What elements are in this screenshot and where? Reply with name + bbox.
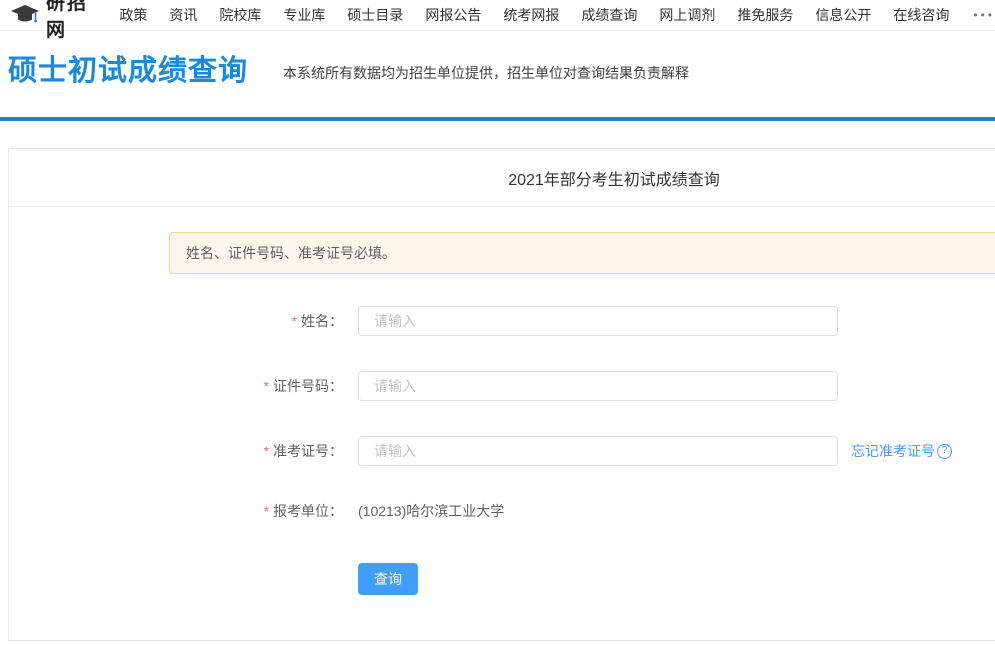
nav-item-exemption[interactable]: 推免服务 <box>737 5 793 25</box>
header-divider-bar <box>0 117 995 121</box>
required-mark: * <box>264 378 269 394</box>
required-mark: * <box>264 503 269 519</box>
nav-item-register[interactable]: 统考网报 <box>503 5 559 25</box>
admission-ticket-input[interactable] <box>358 436 838 466</box>
query-form: *姓名： *证件号码： *准考证号： 忘记准考证号? *报考单位： (10213… <box>9 306 995 595</box>
id-number-input[interactable] <box>358 371 838 401</box>
name-input[interactable] <box>358 306 838 336</box>
nav-item-catalog[interactable]: 硕士目录 <box>347 5 403 25</box>
panel-title-row: 2021年部分考生初试成绩查询 <box>9 149 995 207</box>
nav-item-adjustment[interactable]: 网上调剂 <box>659 5 715 25</box>
nav-item-announce[interactable]: 网报公告 <box>425 5 481 25</box>
submit-row: 查询 <box>9 563 995 595</box>
admission-ticket-label: *准考证号： <box>9 441 343 461</box>
nav-menu: 政策 资讯 院校库 专业库 硕士目录 网报公告 统考网报 成绩查询 网上调剂 推… <box>119 5 995 25</box>
query-panel: 2021年部分考生初试成绩查询 姓名、证件号码、准考证号必填。 *姓名： *证件… <box>8 148 995 641</box>
nav-item-news[interactable]: 资讯 <box>169 5 197 25</box>
required-mark: * <box>292 313 297 329</box>
nav-item-disclosure[interactable]: 信息公开 <box>815 5 871 25</box>
nav-item-schools[interactable]: 院校库 <box>219 5 261 25</box>
question-circle-icon: ? <box>937 444 952 459</box>
nav-item-majors[interactable]: 专业库 <box>283 5 325 25</box>
nav-item-consult[interactable]: 在线咨询 <box>893 5 949 25</box>
nav-item-policy[interactable]: 政策 <box>119 5 147 25</box>
target-school-value: (10213)哈尔滨工业大学 <box>358 501 504 521</box>
required-mark: * <box>264 443 269 459</box>
query-button[interactable]: 查询 <box>358 563 418 595</box>
page-subtitle: 本系统所有数据均为招生单位提供，招生单位对查询结果负责解释 <box>283 63 689 83</box>
id-number-row: *证件号码： <box>9 371 995 401</box>
forgot-ticket-link[interactable]: 忘记准考证号? <box>851 441 952 461</box>
name-label: *姓名： <box>9 311 343 331</box>
id-number-label: *证件号码： <box>9 376 343 396</box>
target-school-row: *报考单位： (10213)哈尔滨工业大学 <box>9 501 995 521</box>
target-school-label: *报考单位： <box>9 501 343 521</box>
page-title: 硕士初试成绩查询 <box>8 47 248 89</box>
more-icon[interactable]: ••• <box>973 8 995 22</box>
required-fields-notice: 姓名、证件号码、准考证号必填。 <box>169 232 995 274</box>
nav-item-scores[interactable]: 成绩查询 <box>581 5 637 25</box>
name-row: *姓名： <box>9 306 995 336</box>
panel-title: 2021年部分考生初试成绩查询 <box>508 166 720 190</box>
graduation-cap-icon <box>10 4 40 26</box>
top-nav: 研招网 政策 资讯 院校库 专业库 硕士目录 网报公告 统考网报 成绩查询 网上… <box>0 0 995 31</box>
page-header: 硕士初试成绩查询 本系统所有数据均为招生单位提供，招生单位对查询结果负责解释 <box>0 31 995 117</box>
admission-ticket-row: *准考证号： 忘记准考证号? <box>9 436 995 466</box>
